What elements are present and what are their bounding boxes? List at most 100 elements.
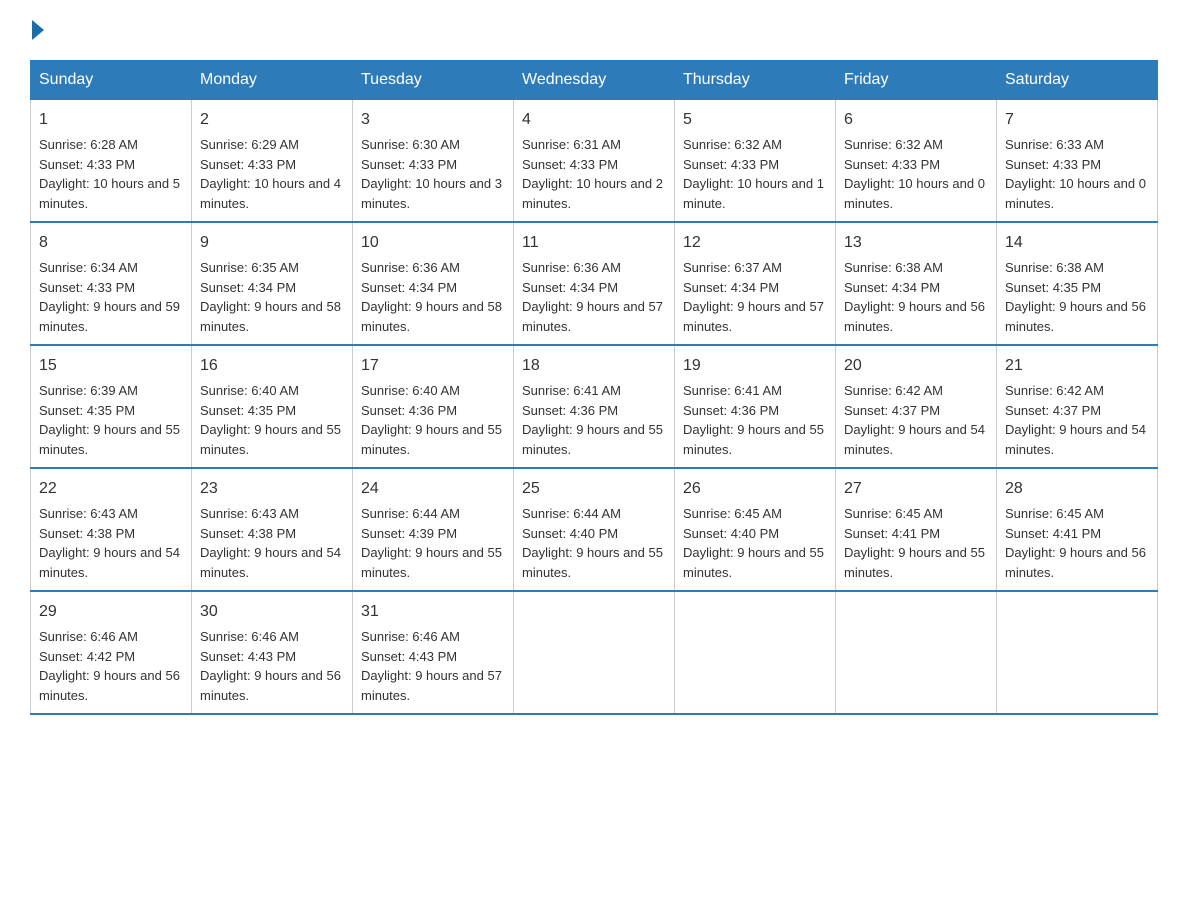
day-number: 30 — [200, 600, 344, 624]
calendar-week-row: 29 Sunrise: 6:46 AMSunset: 4:42 PMDaylig… — [31, 591, 1158, 714]
day-info: Sunrise: 6:32 AMSunset: 4:33 PMDaylight:… — [683, 137, 824, 211]
day-info: Sunrise: 6:46 AMSunset: 4:43 PMDaylight:… — [200, 629, 341, 703]
calendar-body: 1 Sunrise: 6:28 AMSunset: 4:33 PMDayligh… — [31, 100, 1158, 715]
day-info: Sunrise: 6:38 AMSunset: 4:34 PMDaylight:… — [844, 260, 985, 334]
day-number: 1 — [39, 108, 183, 132]
day-number: 22 — [39, 477, 183, 501]
day-info: Sunrise: 6:40 AMSunset: 4:36 PMDaylight:… — [361, 383, 502, 457]
day-number: 27 — [844, 477, 988, 501]
weekday-header-saturday: Saturday — [997, 61, 1158, 100]
day-info: Sunrise: 6:41 AMSunset: 4:36 PMDaylight:… — [522, 383, 663, 457]
weekday-header-wednesday: Wednesday — [514, 61, 675, 100]
day-info: Sunrise: 6:39 AMSunset: 4:35 PMDaylight:… — [39, 383, 180, 457]
day-number: 17 — [361, 354, 505, 378]
logo — [30, 20, 46, 40]
day-number: 24 — [361, 477, 505, 501]
calendar-cell: 8 Sunrise: 6:34 AMSunset: 4:33 PMDayligh… — [31, 222, 192, 345]
calendar-cell: 11 Sunrise: 6:36 AMSunset: 4:34 PMDaylig… — [514, 222, 675, 345]
day-info: Sunrise: 6:46 AMSunset: 4:42 PMDaylight:… — [39, 629, 180, 703]
day-number: 18 — [522, 354, 666, 378]
calendar-cell: 17 Sunrise: 6:40 AMSunset: 4:36 PMDaylig… — [353, 345, 514, 468]
calendar-cell: 20 Sunrise: 6:42 AMSunset: 4:37 PMDaylig… — [836, 345, 997, 468]
weekday-header-monday: Monday — [192, 61, 353, 100]
day-info: Sunrise: 6:33 AMSunset: 4:33 PMDaylight:… — [1005, 137, 1146, 211]
day-number: 10 — [361, 231, 505, 255]
calendar-cell — [675, 591, 836, 714]
day-number: 13 — [844, 231, 988, 255]
day-number: 12 — [683, 231, 827, 255]
calendar-cell: 4 Sunrise: 6:31 AMSunset: 4:33 PMDayligh… — [514, 100, 675, 223]
day-info: Sunrise: 6:37 AMSunset: 4:34 PMDaylight:… — [683, 260, 824, 334]
day-info: Sunrise: 6:44 AMSunset: 4:39 PMDaylight:… — [361, 506, 502, 580]
calendar-cell: 28 Sunrise: 6:45 AMSunset: 4:41 PMDaylig… — [997, 468, 1158, 591]
calendar-cell — [836, 591, 997, 714]
day-info: Sunrise: 6:46 AMSunset: 4:43 PMDaylight:… — [361, 629, 502, 703]
calendar-cell: 9 Sunrise: 6:35 AMSunset: 4:34 PMDayligh… — [192, 222, 353, 345]
weekday-header-thursday: Thursday — [675, 61, 836, 100]
day-info: Sunrise: 6:45 AMSunset: 4:41 PMDaylight:… — [844, 506, 985, 580]
logo-arrow-icon — [32, 20, 44, 40]
day-number: 29 — [39, 600, 183, 624]
calendar-cell: 31 Sunrise: 6:46 AMSunset: 4:43 PMDaylig… — [353, 591, 514, 714]
calendar-cell: 27 Sunrise: 6:45 AMSunset: 4:41 PMDaylig… — [836, 468, 997, 591]
day-info: Sunrise: 6:30 AMSunset: 4:33 PMDaylight:… — [361, 137, 502, 211]
day-number: 25 — [522, 477, 666, 501]
calendar-cell: 1 Sunrise: 6:28 AMSunset: 4:33 PMDayligh… — [31, 100, 192, 223]
calendar-week-row: 15 Sunrise: 6:39 AMSunset: 4:35 PMDaylig… — [31, 345, 1158, 468]
day-info: Sunrise: 6:42 AMSunset: 4:37 PMDaylight:… — [844, 383, 985, 457]
calendar-cell: 21 Sunrise: 6:42 AMSunset: 4:37 PMDaylig… — [997, 345, 1158, 468]
day-number: 11 — [522, 231, 666, 255]
day-info: Sunrise: 6:43 AMSunset: 4:38 PMDaylight:… — [200, 506, 341, 580]
calendar-cell: 2 Sunrise: 6:29 AMSunset: 4:33 PMDayligh… — [192, 100, 353, 223]
calendar-cell: 22 Sunrise: 6:43 AMSunset: 4:38 PMDaylig… — [31, 468, 192, 591]
day-number: 23 — [200, 477, 344, 501]
day-info: Sunrise: 6:28 AMSunset: 4:33 PMDaylight:… — [39, 137, 180, 211]
day-info: Sunrise: 6:42 AMSunset: 4:37 PMDaylight:… — [1005, 383, 1146, 457]
day-number: 31 — [361, 600, 505, 624]
calendar-cell: 14 Sunrise: 6:38 AMSunset: 4:35 PMDaylig… — [997, 222, 1158, 345]
calendar-table: SundayMondayTuesdayWednesdayThursdayFrid… — [30, 60, 1158, 715]
calendar-cell: 7 Sunrise: 6:33 AMSunset: 4:33 PMDayligh… — [997, 100, 1158, 223]
calendar-cell: 24 Sunrise: 6:44 AMSunset: 4:39 PMDaylig… — [353, 468, 514, 591]
calendar-cell — [514, 591, 675, 714]
day-number: 20 — [844, 354, 988, 378]
day-number: 9 — [200, 231, 344, 255]
day-info: Sunrise: 6:36 AMSunset: 4:34 PMDaylight:… — [361, 260, 502, 334]
day-number: 3 — [361, 108, 505, 132]
day-info: Sunrise: 6:29 AMSunset: 4:33 PMDaylight:… — [200, 137, 341, 211]
calendar-cell: 30 Sunrise: 6:46 AMSunset: 4:43 PMDaylig… — [192, 591, 353, 714]
day-info: Sunrise: 6:35 AMSunset: 4:34 PMDaylight:… — [200, 260, 341, 334]
weekday-header-sunday: Sunday — [31, 61, 192, 100]
day-info: Sunrise: 6:38 AMSunset: 4:35 PMDaylight:… — [1005, 260, 1146, 334]
day-number: 5 — [683, 108, 827, 132]
weekday-header-row: SundayMondayTuesdayWednesdayThursdayFrid… — [31, 61, 1158, 100]
day-number: 19 — [683, 354, 827, 378]
day-number: 15 — [39, 354, 183, 378]
day-info: Sunrise: 6:31 AMSunset: 4:33 PMDaylight:… — [522, 137, 663, 211]
weekday-header-friday: Friday — [836, 61, 997, 100]
calendar-cell — [997, 591, 1158, 714]
calendar-week-row: 22 Sunrise: 6:43 AMSunset: 4:38 PMDaylig… — [31, 468, 1158, 591]
day-info: Sunrise: 6:34 AMSunset: 4:33 PMDaylight:… — [39, 260, 180, 334]
day-info: Sunrise: 6:44 AMSunset: 4:40 PMDaylight:… — [522, 506, 663, 580]
day-info: Sunrise: 6:45 AMSunset: 4:40 PMDaylight:… — [683, 506, 824, 580]
calendar-cell: 23 Sunrise: 6:43 AMSunset: 4:38 PMDaylig… — [192, 468, 353, 591]
calendar-cell: 6 Sunrise: 6:32 AMSunset: 4:33 PMDayligh… — [836, 100, 997, 223]
day-number: 2 — [200, 108, 344, 132]
page-header — [30, 20, 1158, 40]
day-number: 6 — [844, 108, 988, 132]
day-number: 4 — [522, 108, 666, 132]
calendar-cell: 26 Sunrise: 6:45 AMSunset: 4:40 PMDaylig… — [675, 468, 836, 591]
day-info: Sunrise: 6:43 AMSunset: 4:38 PMDaylight:… — [39, 506, 180, 580]
calendar-cell: 10 Sunrise: 6:36 AMSunset: 4:34 PMDaylig… — [353, 222, 514, 345]
day-number: 8 — [39, 231, 183, 255]
calendar-cell: 3 Sunrise: 6:30 AMSunset: 4:33 PMDayligh… — [353, 100, 514, 223]
calendar-cell: 25 Sunrise: 6:44 AMSunset: 4:40 PMDaylig… — [514, 468, 675, 591]
calendar-cell: 19 Sunrise: 6:41 AMSunset: 4:36 PMDaylig… — [675, 345, 836, 468]
day-info: Sunrise: 6:40 AMSunset: 4:35 PMDaylight:… — [200, 383, 341, 457]
calendar-cell: 13 Sunrise: 6:38 AMSunset: 4:34 PMDaylig… — [836, 222, 997, 345]
calendar-cell: 5 Sunrise: 6:32 AMSunset: 4:33 PMDayligh… — [675, 100, 836, 223]
calendar-cell: 16 Sunrise: 6:40 AMSunset: 4:35 PMDaylig… — [192, 345, 353, 468]
day-info: Sunrise: 6:36 AMSunset: 4:34 PMDaylight:… — [522, 260, 663, 334]
day-number: 16 — [200, 354, 344, 378]
